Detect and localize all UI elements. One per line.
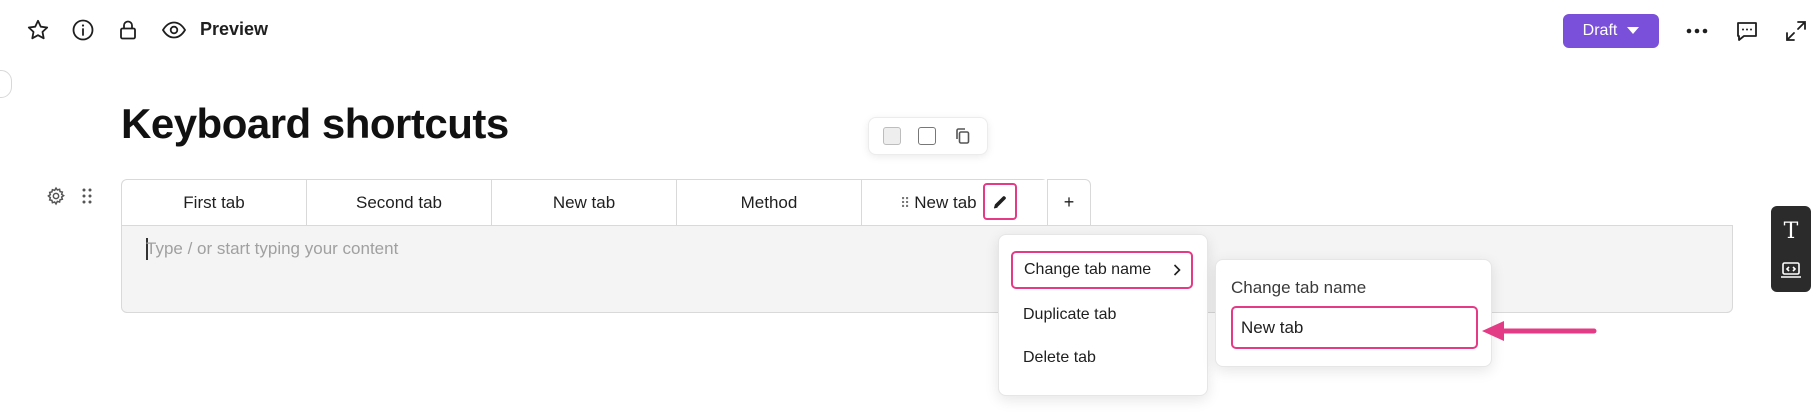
rename-tab-panel: Change tab name <box>1215 259 1492 367</box>
tab-second[interactable]: Second tab <box>307 180 492 226</box>
tab-new[interactable]: New tab <box>492 180 677 226</box>
block-drag-handle-icon[interactable] <box>81 187 95 207</box>
tab-new-active[interactable]: ⠿ New tab <box>862 180 1047 226</box>
info-icon[interactable] <box>69 16 97 44</box>
block-floating-toolbar <box>868 117 988 155</box>
comment-icon[interactable] <box>1732 16 1762 46</box>
side-toolbar: T <box>1771 206 1811 292</box>
lock-icon[interactable] <box>114 16 142 44</box>
rename-panel-title: Change tab name <box>1231 278 1367 297</box>
draft-label: Draft <box>1582 22 1618 39</box>
text-tool-icon[interactable]: T <box>1784 219 1799 244</box>
copy-icon[interactable] <box>953 126 973 146</box>
tab-drag-icon[interactable]: ⠿ <box>900 195 910 212</box>
page-title: Keyboard shortcuts <box>121 100 509 147</box>
caret-down-icon <box>1627 27 1640 34</box>
expand-icon[interactable] <box>1781 16 1811 46</box>
menu-item-change-tab-name[interactable]: Change tab name <box>1011 251 1193 289</box>
tab-context-menu: Change tab name Duplicate tab Delete tab <box>998 234 1208 396</box>
block-settings-gear-icon[interactable] <box>46 186 68 208</box>
annotation-arrow-icon <box>1478 318 1598 344</box>
tab-first[interactable]: First tab <box>122 180 307 226</box>
content-placeholder: Type / or start typing your content <box>146 239 399 258</box>
embed-tool-icon[interactable] <box>1780 261 1802 279</box>
tab-method[interactable]: Method <box>677 180 862 226</box>
fill-block-icon[interactable] <box>883 127 902 145</box>
chevron-right-icon <box>1173 264 1181 276</box>
tab-name-input[interactable] <box>1231 306 1478 349</box>
menu-item-duplicate-tab[interactable]: Duplicate tab <box>1023 306 1116 324</box>
tab-bar: First tab Second tab New tab Method ⠿ Ne… <box>121 179 1048 226</box>
draft-status-button[interactable]: Draft <box>1563 14 1659 48</box>
eye-icon[interactable] <box>160 16 188 44</box>
sidebar-collapse-handle[interactable] <box>0 70 12 98</box>
outline-block-icon[interactable] <box>917 127 936 145</box>
star-icon[interactable] <box>24 16 52 44</box>
edit-tab-pencil-icon[interactable] <box>983 183 1017 220</box>
more-options-icon[interactable] <box>1682 16 1712 46</box>
preview-button[interactable]: Preview <box>200 19 268 40</box>
menu-item-delete-tab[interactable]: Delete tab <box>1023 349 1096 367</box>
add-tab-button[interactable]: + <box>1047 179 1091 226</box>
